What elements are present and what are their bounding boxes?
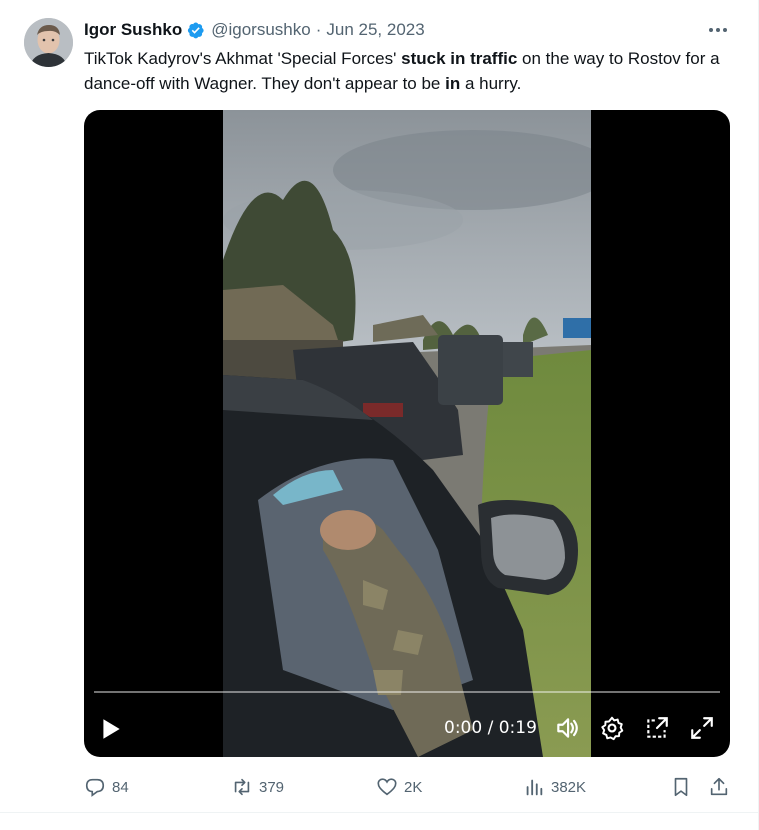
tweet-text-bold: stuck in traffic (401, 49, 518, 68)
author-handle[interactable]: @igorsushko (211, 20, 310, 40)
views-button[interactable]: 382K (523, 772, 586, 802)
tweet-text-bold: in (445, 74, 461, 93)
tweet-text-segment: TikTok Kadyrov's Akhmat 'Special Forces' (84, 49, 402, 68)
reply-count: 84 (112, 778, 129, 796)
header-separator: · (315, 20, 322, 39)
like-button[interactable]: 2K (376, 772, 422, 802)
tweet-date[interactable]: Jun 25, 2023 (326, 20, 424, 40)
views-chart-icon (526, 779, 543, 796)
settings-icon[interactable] (599, 715, 625, 741)
repost-count: 379 (259, 778, 285, 796)
avatar-photo (24, 18, 73, 67)
tweet-text-segment: a hurry. (460, 74, 522, 93)
volume-icon[interactable] (554, 715, 580, 741)
author-avatar[interactable] (24, 18, 73, 67)
divider (0, 812, 759, 813)
tweet-header: Igor Sushko @igorsushko · Jun 25, 2023 (84, 19, 425, 41)
tweet-text: TikTok Kadyrov's Akhmat 'Special Forces'… (84, 46, 734, 96)
bookmark-icon (674, 777, 688, 797)
more-options-icon[interactable] (704, 19, 732, 41)
reply-button[interactable]: 84 (84, 772, 129, 802)
reply-icon (85, 778, 105, 797)
video-frame[interactable] (223, 110, 591, 757)
repost-button[interactable]: 379 (231, 772, 284, 802)
share-icon (710, 777, 728, 796)
heart-icon (377, 778, 397, 796)
tweet-card[interactable]: Igor Sushko @igorsushko · Jun 25, 2023 T… (0, 0, 759, 830)
video-player[interactable]: 0:00 / 0:19 (84, 110, 730, 757)
repost-icon (234, 778, 250, 796)
video-progress-bar[interactable] (94, 691, 720, 693)
bookmark-button[interactable] (670, 772, 692, 802)
video-controls: 0:00 / 0:19 (84, 708, 730, 748)
action-bar: 84 379 2K 382K (0, 772, 759, 802)
popout-icon[interactable] (644, 715, 670, 741)
play-icon[interactable] (98, 716, 124, 742)
like-count: 2K (404, 778, 423, 796)
verified-badge-icon (188, 22, 204, 38)
views-count: 382K (551, 778, 587, 796)
author-display-name[interactable]: Igor Sushko (84, 20, 182, 40)
video-thumbnail (223, 110, 591, 757)
fullscreen-icon[interactable] (689, 715, 715, 741)
share-button[interactable] (708, 772, 730, 802)
video-time: 0:00 / 0:19 (444, 718, 537, 738)
